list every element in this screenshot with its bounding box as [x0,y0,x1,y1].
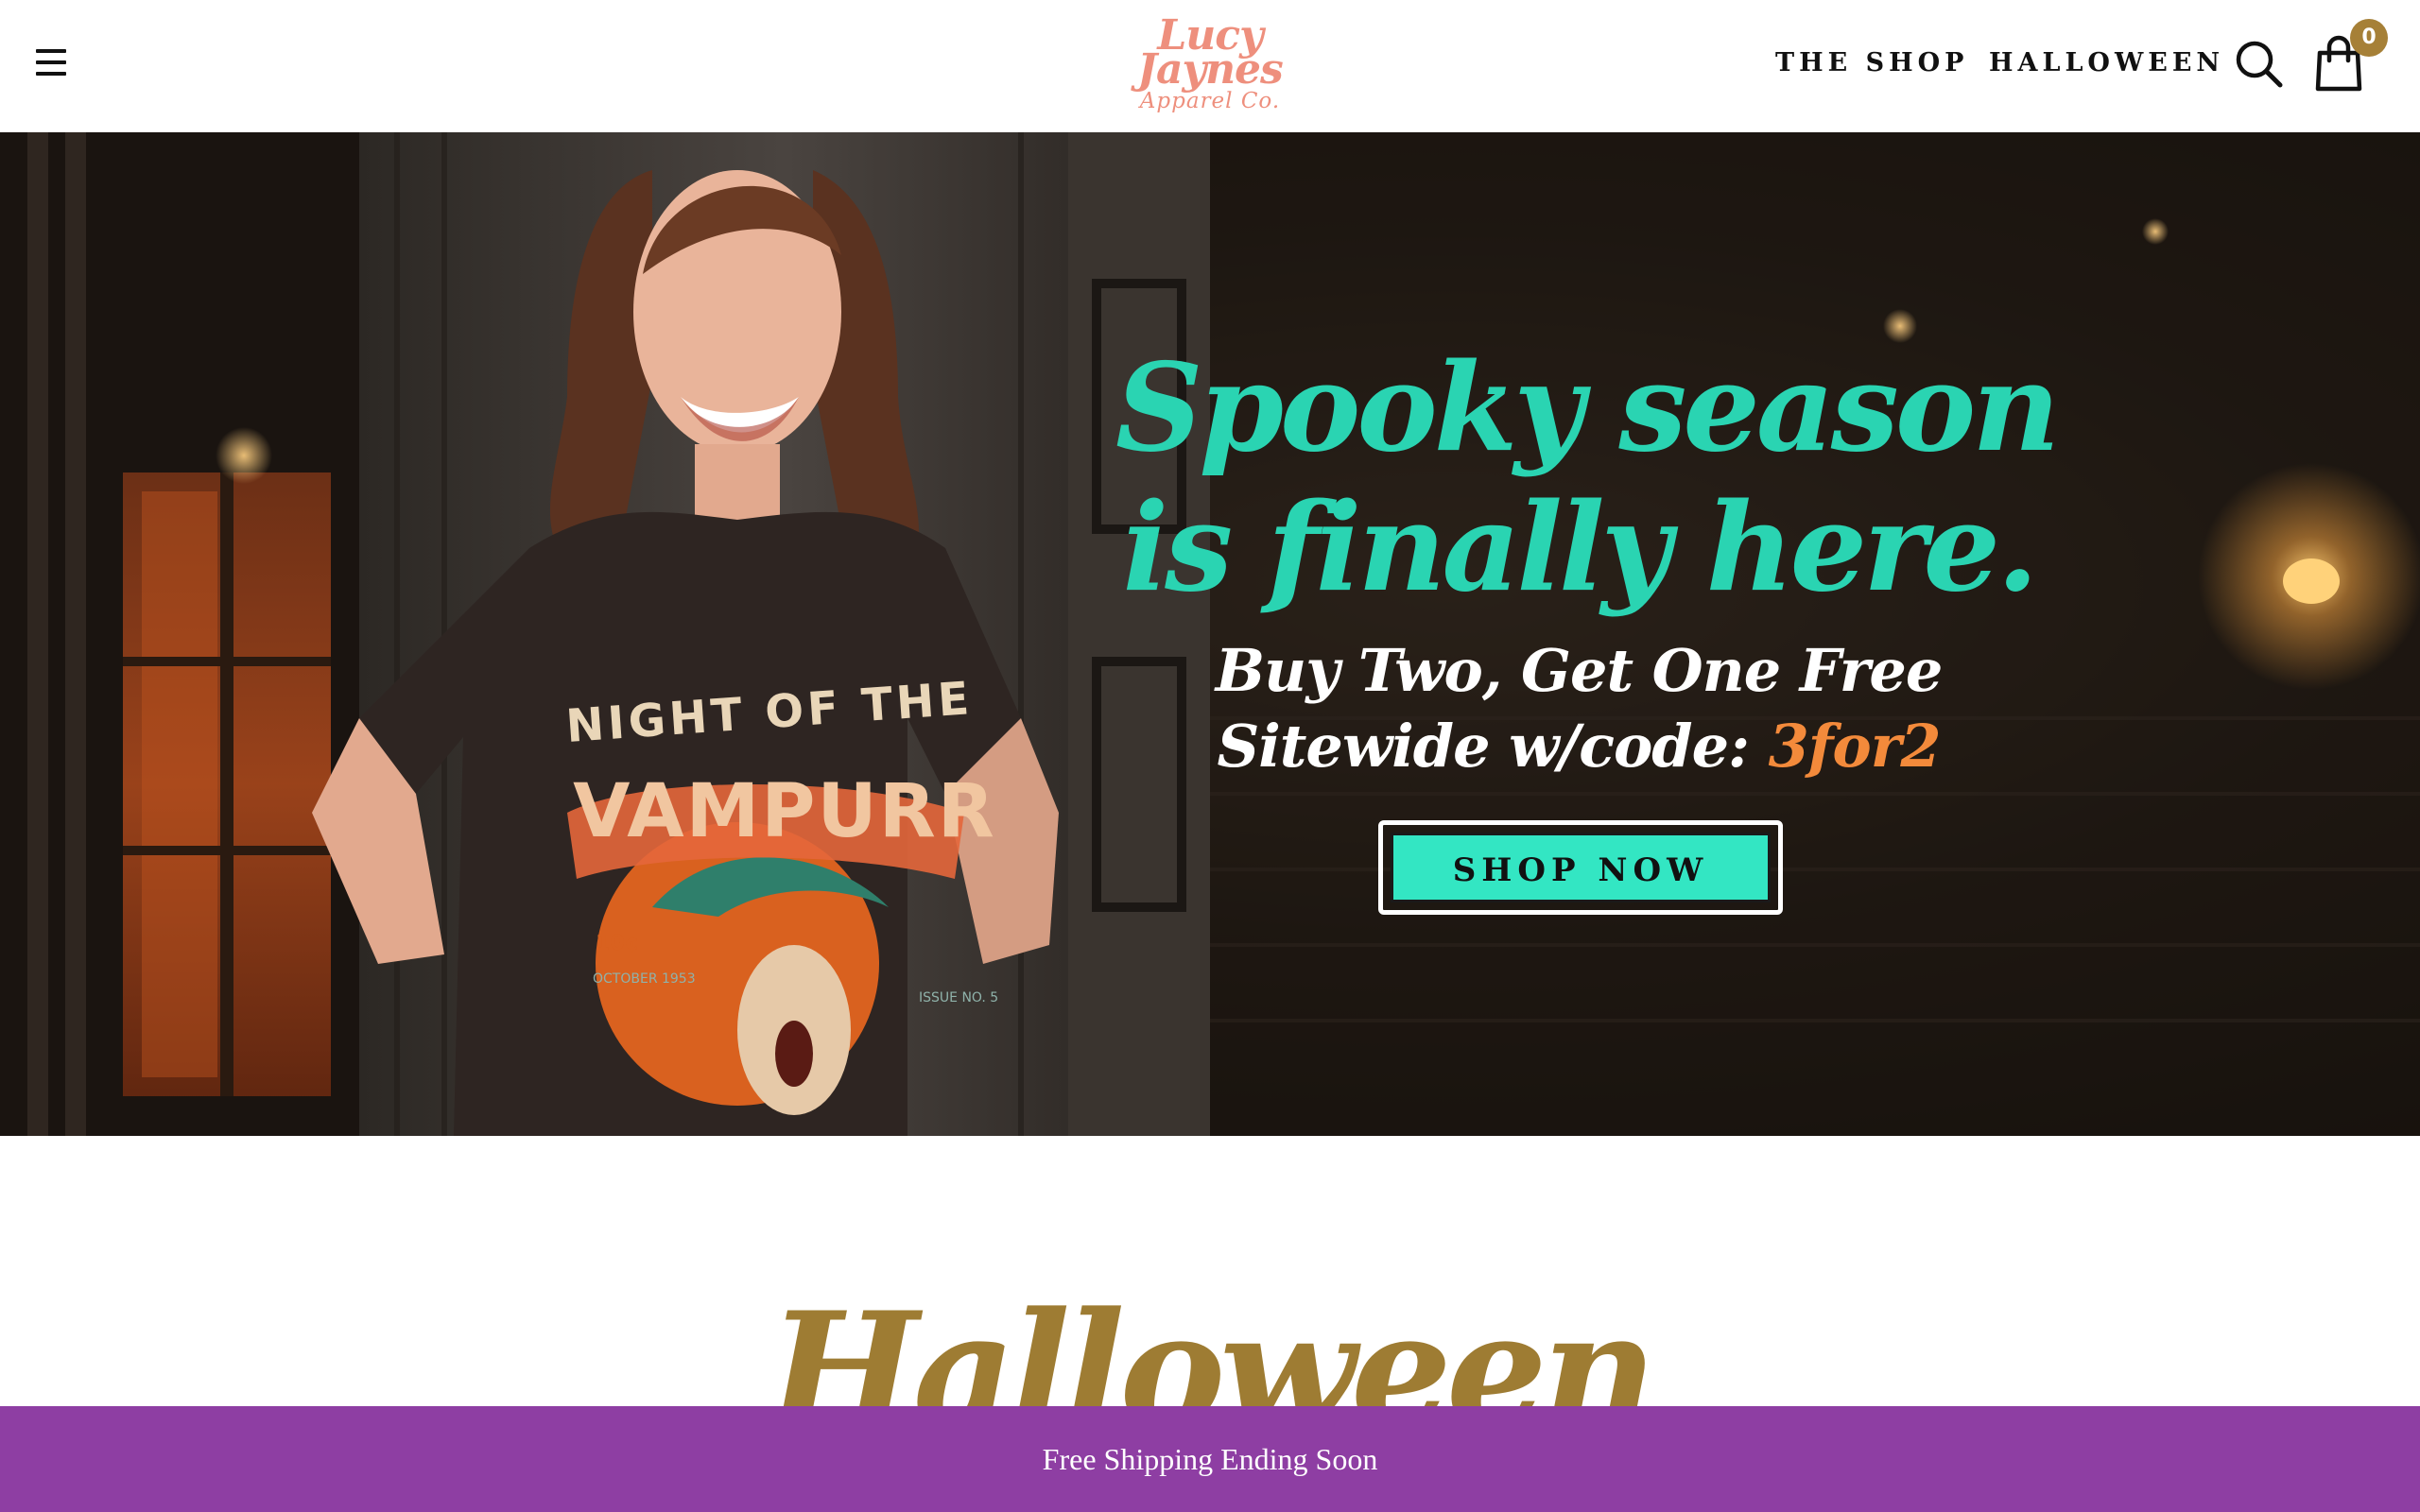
hero-copy: Spooky season is finally here. Buy Two, … [1115,337,2060,784]
shop-now-label: SHOP NOW [1391,833,1771,902]
logo-line-3: Apparel Co. [1139,89,1281,113]
free-shipping-announcement-bar[interactable]: Free Shipping Ending Soon [0,1406,2420,1512]
shirt-issue: ISSUE NO. 5 [919,990,998,1005]
candle-light [2142,218,2169,245]
shirt-price: 10¢ [596,932,639,955]
offer-line-1: Buy Two, Get One Free [1215,636,1944,705]
menu-bar [36,60,66,64]
nav-link-halloween[interactable]: HALLOWEEN [1989,47,2224,79]
brand-logo[interactable]: Lucy Jaynes Apparel Co. [1115,11,1305,117]
shop-now-button[interactable]: SHOP NOW [1378,820,1783,915]
hero-headline-line-1: Spooky season [1115,337,2060,479]
cart-count-badge: 0 [2350,19,2388,57]
hamburger-menu-icon[interactable] [34,43,72,81]
hero-headline-line-2: is finally here. [1122,477,2038,619]
candle-flame [2283,558,2340,604]
search-icon[interactable] [2233,38,2286,91]
gothic-window [0,132,378,1136]
shirt-line-2: VAMPURR [573,769,996,854]
logo-line-2: Jaynes [1137,45,1284,94]
offer-prefix: Sitewide w/code: [1217,712,1769,781]
menu-bar [36,72,66,76]
nav-link-the-shop[interactable]: THE SHOP [1775,47,1968,79]
hero-banner[interactable]: NIGHT OF THE VAMPURR 10¢ OCTOBER 1953 IS… [0,132,2420,1136]
candle-light [216,427,272,484]
announcement-text: Free Shipping Ending Soon [1042,1442,1378,1476]
menu-bar [36,49,66,53]
site-header: Lucy Jaynes Apparel Co. THE SHOP HALLOWE… [0,0,2420,132]
shirt-date: OCTOBER 1953 [593,971,696,987]
offer-line-2: Sitewide w/code: 3for2 [1115,709,2042,784]
promo-code: 3for2 [1768,712,1942,781]
